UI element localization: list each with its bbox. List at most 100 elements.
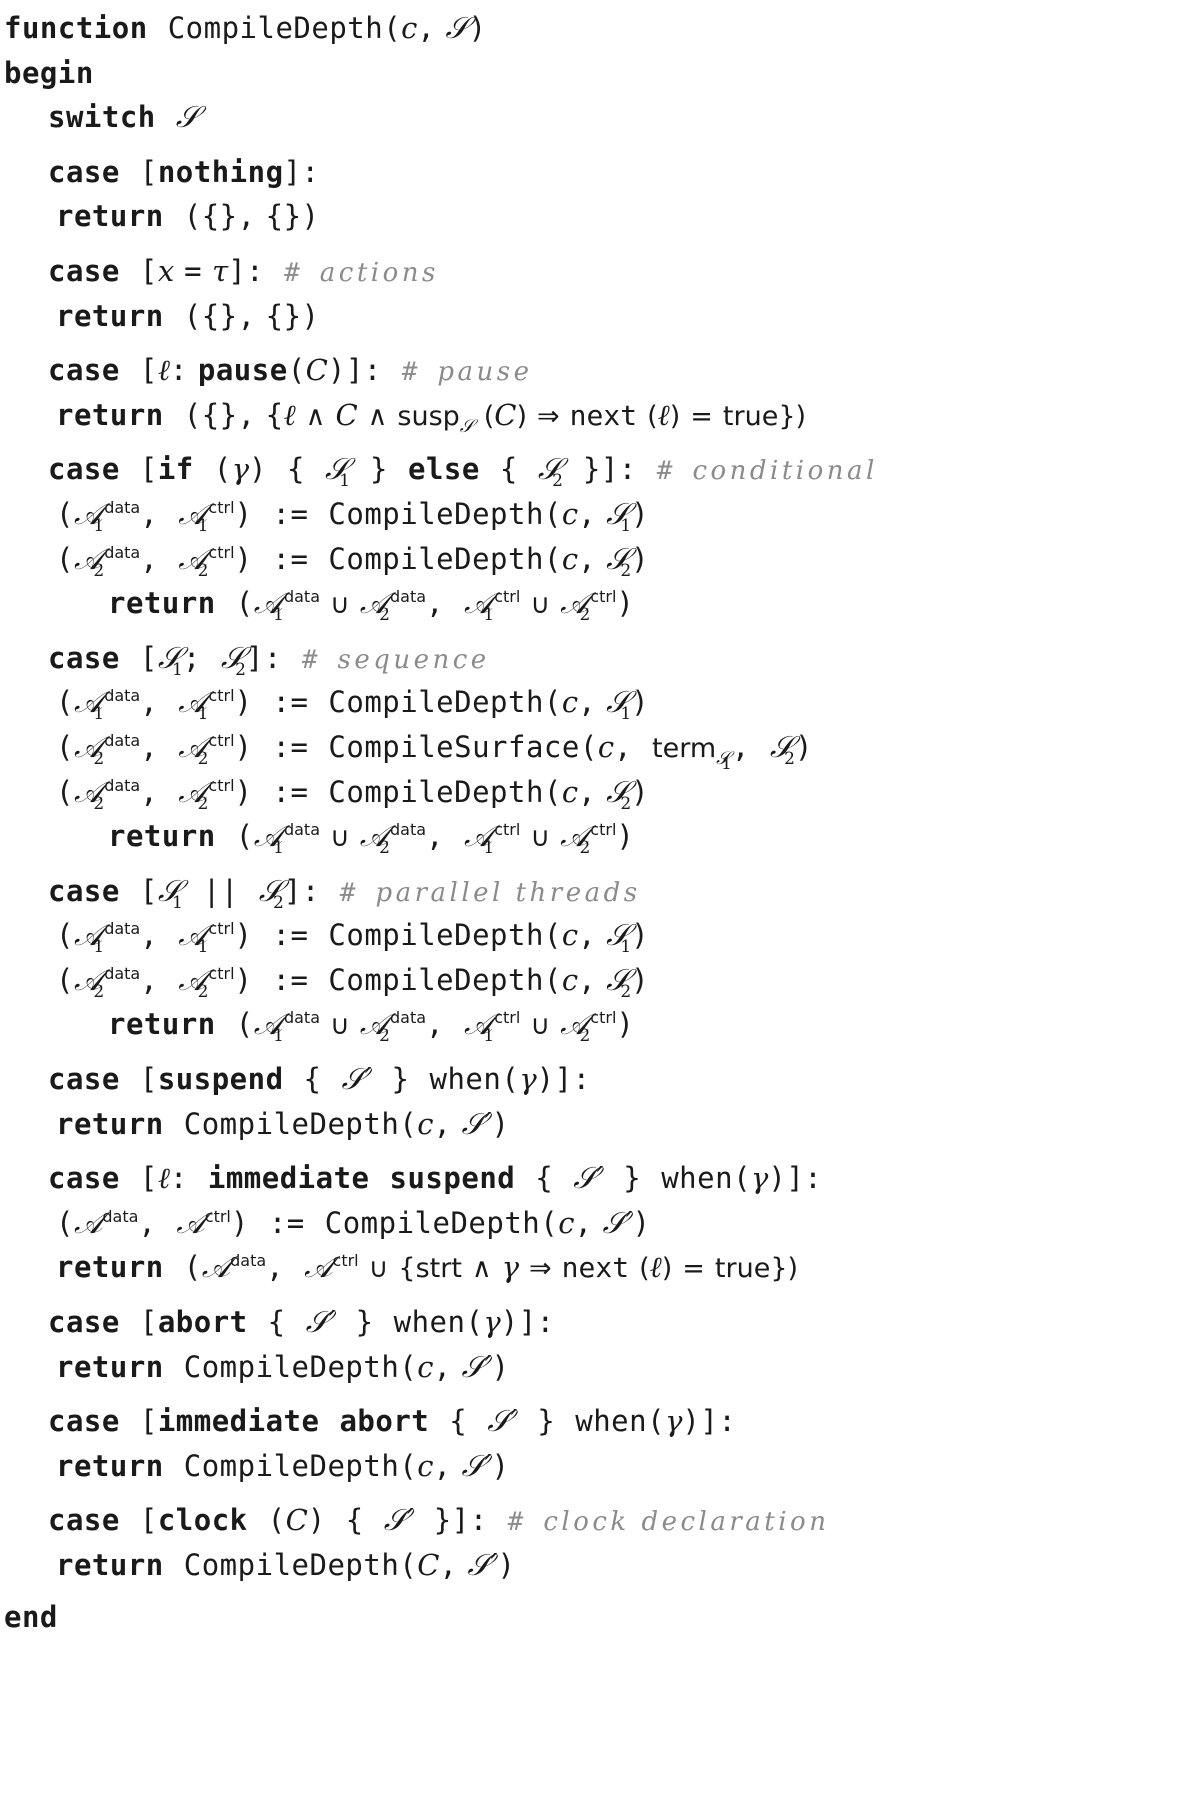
term-subscript-S1: 𝒮1 — [716, 747, 732, 774]
symbol-implies: ⇒ — [537, 400, 560, 432]
keyword-case: case — [48, 1305, 120, 1340]
symbol-equals: = — [690, 400, 713, 432]
assign-operator: := — [272, 729, 309, 764]
assign-operator: := — [272, 541, 309, 576]
symbol-union: ∪ — [330, 822, 350, 854]
var-C: C — [305, 353, 328, 388]
conditional-assign-2: (𝒜2data, 𝒜2ctrl):= CompileDepth(c, 𝒮2) — [56, 541, 650, 581]
set-A2-data: 𝒜2data — [359, 1007, 427, 1047]
set-A2-ctrl: 𝒜2ctrl — [178, 729, 235, 769]
assign-operator: := — [272, 918, 309, 953]
keyword-case: case — [48, 1062, 120, 1097]
set-A1-ctrl: 𝒜1ctrl — [178, 685, 235, 725]
call-compile-depth: CompileDepth — [328, 774, 544, 809]
keyword-return: return — [108, 1007, 216, 1042]
assign-operator: := — [272, 685, 309, 720]
case-sequence: case [𝒮1; 𝒮2]: # sequence — [48, 640, 490, 680]
assign-operator: := — [272, 962, 309, 997]
function-name: CompileDepth — [167, 11, 384, 45]
keyword-pause: pause — [197, 353, 288, 388]
keyword-case: case — [48, 1161, 120, 1196]
symbol-gamma: γ — [231, 452, 250, 487]
symbol-ell: ℓ — [657, 397, 670, 432]
abort-return: return CompileDepth(c, 𝒮′) — [56, 1349, 510, 1385]
arg-S1: 𝒮1 — [606, 685, 632, 725]
symbol-ell: ℓ — [157, 1161, 170, 1196]
stmt-S-prime: 𝒮′ — [341, 1062, 372, 1098]
keyword-suspend: suspend — [157, 1062, 284, 1097]
keyword-return: return — [56, 1349, 164, 1384]
arg-S1: 𝒮1 — [606, 918, 632, 958]
keyword-return: return — [108, 819, 216, 854]
comment-clock-declaration: clock declaration — [543, 1507, 830, 1538]
case-pause-return: return ({}, {ℓ ∧ C ∧ susp𝒮 (C) ⇒ next (ℓ) = true}) — [56, 397, 807, 437]
arg-S-prime: 𝒮′ — [461, 1448, 492, 1484]
assign-operator: := — [272, 496, 309, 531]
case-actions: case [x = τ]: # actions — [48, 253, 439, 288]
arg-c: c — [561, 541, 579, 576]
switch-subject-S: 𝒮 — [175, 100, 199, 136]
var-C: C — [285, 1503, 308, 1538]
comment-hash: # — [339, 877, 356, 908]
keyword-case: case — [48, 873, 120, 908]
symbol-ell: ℓ — [283, 397, 296, 432]
symbol-gamma: γ — [483, 1305, 501, 1340]
symbol-implies: ⇒ — [529, 1253, 552, 1285]
case-actions-return: return ({},{}) — [56, 298, 320, 333]
algorithm-pseudocode-block: function CompileDepth(c, 𝒮) begin switch 𝒮 … — [0, 0, 1200, 1639]
immediate-abort-return: return CompileDepth(c, 𝒮′) — [56, 1448, 510, 1484]
arg-S-prime: 𝒮′ — [461, 1106, 492, 1142]
set-A1-ctrl: 𝒜1ctrl — [178, 496, 235, 536]
keyword-case: case — [48, 1404, 120, 1439]
parallel-return: return (𝒜1data ∪ 𝒜2data, 𝒜1ctrl ∪ 𝒜2ctrl) — [108, 1007, 635, 1047]
keyword-immediate: immediate — [207, 1161, 370, 1196]
arg-S-prime: 𝒮′ — [467, 1548, 498, 1583]
arg-c: c — [561, 685, 579, 720]
symbol-union: ∪ — [530, 1010, 551, 1042]
case-conditional: case [if (γ){𝒮1} else{𝒮2}]: # conditional — [48, 452, 878, 492]
set-A2-data: 𝒜2data — [73, 962, 141, 1002]
operator-next: next — [569, 398, 638, 432]
case-abort: case [abort{𝒮′} when(γ)]: — [48, 1305, 555, 1341]
symbol-union: ∪ — [530, 589, 551, 621]
stmt-S2: 𝒮2 — [220, 640, 246, 680]
assign-operator: := — [268, 1205, 305, 1240]
call-compile-depth: CompileDepth — [328, 685, 544, 720]
clock-return: return CompileDepth(C, 𝒮′) — [56, 1548, 516, 1583]
comment-hash: # — [656, 456, 673, 487]
line-function-signature: function CompileDepth(c, 𝒮) — [4, 11, 487, 46]
keyword-case: case — [48, 253, 120, 288]
case-clock: case [clock (C){𝒮′}]: # clock declaration — [48, 1503, 830, 1539]
var-C: C — [494, 397, 517, 432]
set-A2-data: 𝒜2data — [73, 729, 141, 769]
var-C: C — [335, 397, 358, 432]
set-A2-data: 𝒜2data — [359, 819, 427, 859]
operator-susp: susp — [397, 400, 460, 432]
symbol-equals: = — [682, 1253, 705, 1285]
arg-c: c — [558, 1205, 575, 1240]
case-nothing: case [nothing]: — [48, 154, 320, 189]
arg-c: c — [417, 1448, 434, 1483]
call-compile-depth: CompileDepth — [328, 918, 544, 953]
keyword-return: return — [56, 1250, 164, 1285]
parallel-assign-2: (𝒜2data, 𝒜2ctrl):= CompileDepth(c, 𝒮2) — [56, 962, 650, 1002]
set-A1-data: 𝒜1data — [73, 918, 141, 958]
set-A1-data: 𝒜1data — [253, 586, 320, 626]
keyword-suspend: suspend — [389, 1161, 516, 1196]
arg-c: c — [561, 918, 579, 953]
susp-subscript-S: 𝒮 — [459, 415, 474, 437]
arg-S2: 𝒮2 — [606, 962, 632, 1002]
case-immediate-abort: case [immediate abort{𝒮′} when(γ)]: — [48, 1404, 737, 1440]
keyword-clock: clock — [157, 1503, 248, 1538]
symbol-gamma: γ — [501, 1250, 520, 1285]
set-A1-data: 𝒜1data — [73, 685, 141, 725]
symbol-and: ∧ — [305, 400, 326, 432]
line-begin: begin — [4, 51, 1200, 96]
assign-operator: := — [272, 774, 309, 809]
symbol-union: ∪ — [330, 589, 350, 621]
operator-next: next — [561, 1251, 630, 1285]
keyword-else: else — [408, 452, 480, 487]
set-A1-ctrl: 𝒜1ctrl — [178, 918, 235, 958]
set-A2-data: 𝒜2data — [73, 541, 141, 581]
set-A-ctrl: 𝒜ctrl — [176, 1205, 231, 1241]
